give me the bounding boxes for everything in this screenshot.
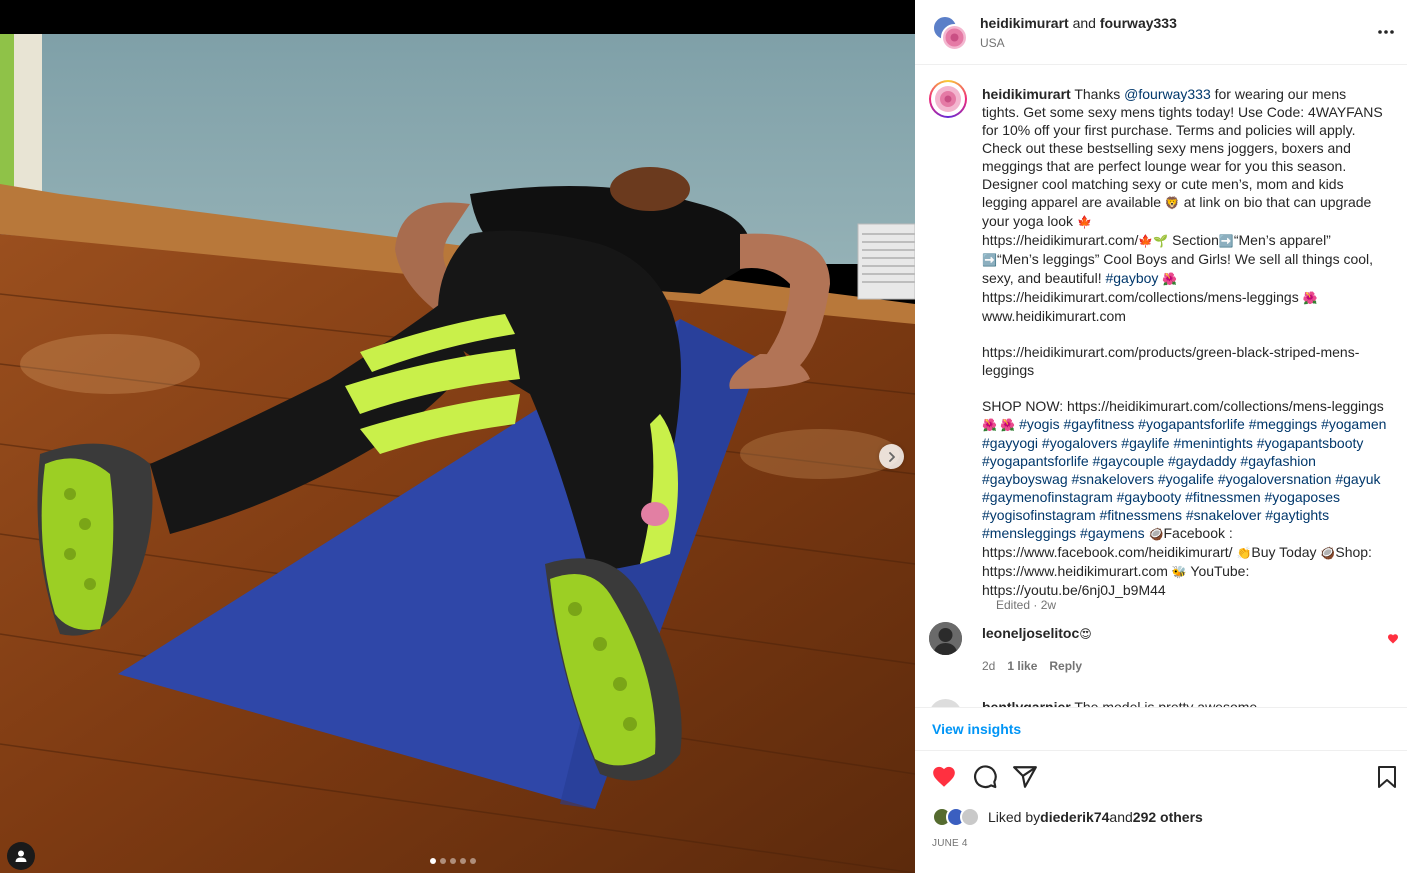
- caption-segment: Buy Today: [1251, 544, 1321, 560]
- view-insights-link[interactable]: View insights: [932, 721, 1021, 737]
- carousel-dot: [430, 858, 436, 864]
- emoji: 🌺 🌺: [982, 418, 1016, 432]
- emoji: ➡️: [982, 253, 997, 267]
- person-avatar-icon: [929, 622, 962, 655]
- post-location[interactable]: USA: [980, 36, 1005, 50]
- emoji: 🍁🌱: [1138, 234, 1169, 248]
- carousel-dot: [450, 858, 456, 864]
- likes-others-count[interactable]: 292 others: [1133, 809, 1203, 825]
- hashtag-links[interactable]: #yogis #gayfitness #yogapantsforlife #me…: [982, 416, 1390, 541]
- comment-like-count[interactable]: 1 like: [1007, 659, 1037, 673]
- comments-section: heidikimurart Thanks @fourway333 for wea…: [915, 66, 1407, 707]
- collab-avatars[interactable]: [932, 15, 968, 51]
- like-button[interactable]: [931, 764, 957, 795]
- save-icon: [1378, 766, 1396, 788]
- comment-body: The model is pretty awesome: [1070, 699, 1258, 707]
- author-username[interactable]: heidikimurart: [980, 15, 1069, 31]
- hashtag-link[interactable]: #gayboy: [1105, 270, 1158, 286]
- comment-avatar[interactable]: [929, 699, 962, 707]
- emoji: 🐝: [1171, 565, 1187, 579]
- share-button[interactable]: [1012, 764, 1038, 795]
- comment-username[interactable]: leoneljoselitoc: [982, 625, 1079, 641]
- comment-text: bentlygarnier The model is pretty awesom…: [982, 699, 1257, 707]
- caption-segment: Thanks: [1070, 86, 1125, 102]
- comment-icon: [974, 765, 997, 789]
- save-button[interactable]: [1375, 764, 1399, 795]
- heart-filled-icon: [1388, 634, 1398, 644]
- caption-segment: https://heidikimurart.com/collections/me…: [982, 289, 1299, 305]
- likes-summary: Liked by diederik74 and 292 others: [932, 806, 1203, 828]
- flower-avatar-icon: [935, 86, 961, 112]
- liker-username[interactable]: diederik74: [1040, 809, 1109, 825]
- post-date[interactable]: JUNE 4: [932, 838, 968, 849]
- emoji: 🌺: [1302, 291, 1318, 305]
- comment-username[interactable]: bentlygarnier: [982, 699, 1071, 707]
- emoji: 🌺: [1162, 272, 1178, 286]
- post-media: [0, 0, 915, 873]
- tagged-users-button[interactable]: [7, 842, 35, 870]
- liked-by-middle: and: [1109, 809, 1133, 825]
- caption-avatar[interactable]: [929, 80, 967, 118]
- heart-icon: [933, 766, 955, 787]
- comment-like-button[interactable]: [1387, 632, 1399, 650]
- comment-meta: 2d 1 like Reply: [982, 659, 1082, 673]
- caption-segment: “Men’s leggings” Cool Boys and Girls! We…: [982, 251, 1377, 286]
- comment-avatar[interactable]: [929, 622, 962, 655]
- caption-text: heidikimurart Thanks @fourway333 for wea…: [982, 85, 1387, 599]
- caption-segment: for wearing our mens tights. Get some se…: [982, 86, 1387, 210]
- emoji: 🥥: [1320, 546, 1336, 560]
- post-authors: heidikimurart and fourway333: [980, 15, 1177, 31]
- caption-segment: Section: [1168, 232, 1219, 248]
- carousel-dot: [460, 858, 466, 864]
- post-header: heidikimurart and fourway333 USA: [915, 0, 1407, 65]
- collaborator-username[interactable]: fourway333: [1100, 15, 1177, 31]
- comment-age[interactable]: 2d: [982, 659, 995, 673]
- comment-button[interactable]: [972, 764, 998, 795]
- carousel-indicator: [430, 858, 476, 864]
- photo-illustration: [0, 34, 915, 873]
- carousel-dot: [470, 858, 476, 864]
- flower-avatar-icon: [945, 28, 964, 47]
- share-icon: [1013, 766, 1037, 788]
- post-photo: [0, 34, 915, 873]
- more-options-button[interactable]: [1377, 22, 1395, 40]
- carousel-dot: [440, 858, 446, 864]
- next-slide-button[interactable]: [879, 444, 904, 469]
- emoji: 😍: [1079, 627, 1092, 641]
- next-chevron-icon: [888, 451, 895, 462]
- emoji: ➡️: [1218, 234, 1234, 248]
- post-side-panel: heidikimurart and fourway333 USA heidiki…: [915, 0, 1407, 873]
- emoji: 🦁: [1164, 196, 1180, 210]
- authors-joiner: and: [1072, 15, 1096, 31]
- liked-by-prefix: Liked by: [988, 809, 1041, 825]
- comment-text: leoneljoselitoc😍: [982, 625, 1092, 641]
- caption-segment: “Men’s apparel”: [1233, 232, 1331, 248]
- caption-edited-meta: Edited · 2w: [996, 598, 1057, 612]
- more-icon: [1378, 30, 1394, 34]
- reply-button[interactable]: Reply: [1049, 659, 1082, 673]
- user-tag-icon: [15, 850, 27, 862]
- emoji: 👏: [1236, 546, 1252, 560]
- insights-bar: View insights: [915, 707, 1407, 751]
- caption-segment: https://heidikimurart.com/: [982, 232, 1139, 248]
- avatar: [941, 24, 968, 51]
- post-actions: [915, 760, 1407, 796]
- caption-username[interactable]: heidikimurart: [982, 86, 1071, 102]
- comment-item: leoneljoselitoc😍 2d 1 like Reply: [929, 622, 1399, 682]
- caption-segment: www.heidikimurart.com https://heidikimur…: [982, 308, 1384, 414]
- emoji: 🍁: [1076, 215, 1092, 229]
- avatar: [960, 807, 980, 827]
- comment-item: bentlygarnier The model is pretty awesom…: [929, 694, 1399, 707]
- liker-avatars[interactable]: [932, 806, 984, 828]
- mention-link[interactable]: @fourway333: [1124, 86, 1211, 102]
- emoji: 🥥: [1148, 527, 1164, 541]
